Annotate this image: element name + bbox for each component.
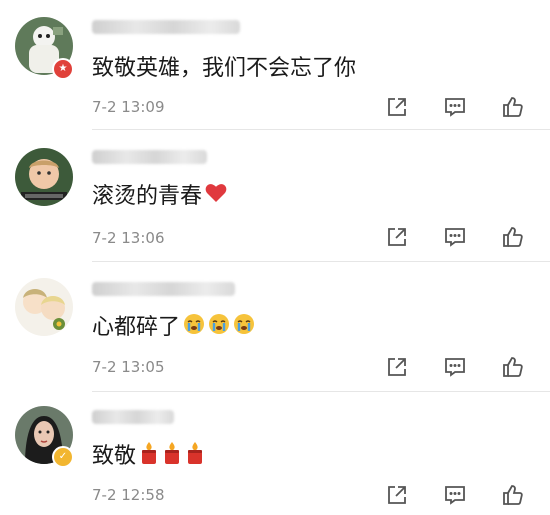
crying-emoji — [208, 313, 230, 343]
comment-time: 7-2 13:09 — [92, 98, 165, 116]
reply-button[interactable] — [442, 224, 468, 250]
crying-emoji — [233, 313, 255, 343]
crying-emoji — [183, 313, 205, 343]
username-blurred[interactable] — [92, 410, 174, 424]
comment-item: ✓ 致敬 7-2 12:58 — [0, 392, 550, 515]
reply-button[interactable] — [442, 482, 468, 508]
heart-emoji — [205, 183, 227, 211]
like-icon — [503, 227, 523, 247]
comment-time: 7-2 13:06 — [92, 229, 165, 247]
reply-icon — [445, 486, 465, 505]
share-icon — [388, 98, 406, 116]
comment-item: ★ 致敬英雄，我们不会忘了你 7-2 13:09 — [0, 0, 550, 130]
share-icon — [388, 228, 406, 246]
comment-text: 致敬 — [92, 441, 205, 473]
like-button[interactable] — [500, 224, 526, 250]
candle-emoji — [139, 441, 159, 473]
candle-emoji — [185, 441, 205, 473]
share-icon — [388, 358, 406, 376]
username-blurred[interactable] — [92, 150, 207, 164]
comment-time: 7-2 13:05 — [92, 358, 165, 376]
comment-text: 心都碎了 — [92, 313, 255, 343]
share-button[interactable] — [384, 482, 410, 508]
share-button[interactable] — [384, 94, 410, 120]
like-icon — [503, 97, 523, 117]
comment-text: 致敬英雄，我们不会忘了你 — [92, 56, 357, 81]
comment-item: 滚烫的青春 7-2 13:06 — [0, 130, 550, 262]
comment-text: 滚烫的青春 — [92, 183, 227, 211]
comment-time: 7-2 12:58 — [92, 486, 165, 504]
like-icon — [503, 357, 523, 377]
like-icon — [503, 485, 523, 505]
share-button[interactable] — [384, 224, 410, 250]
reply-button[interactable] — [442, 94, 468, 120]
verified-badge-icon: ✓ — [52, 446, 74, 468]
reply-icon — [445, 358, 465, 377]
avatar[interactable] — [15, 278, 73, 336]
like-button[interactable] — [500, 354, 526, 380]
username-blurred[interactable] — [92, 20, 240, 34]
share-icon — [388, 486, 406, 504]
verified-badge-icon: ★ — [52, 58, 74, 80]
candle-emoji — [162, 441, 182, 473]
comment-item: 心都碎了 7-2 13:05 — [0, 262, 550, 392]
reply-button[interactable] — [442, 354, 468, 380]
share-button[interactable] — [384, 354, 410, 380]
reply-icon — [445, 98, 465, 117]
reply-icon — [445, 228, 465, 247]
avatar[interactable] — [15, 148, 73, 206]
username-blurred[interactable] — [92, 282, 235, 296]
like-button[interactable] — [500, 482, 526, 508]
like-button[interactable] — [500, 94, 526, 120]
